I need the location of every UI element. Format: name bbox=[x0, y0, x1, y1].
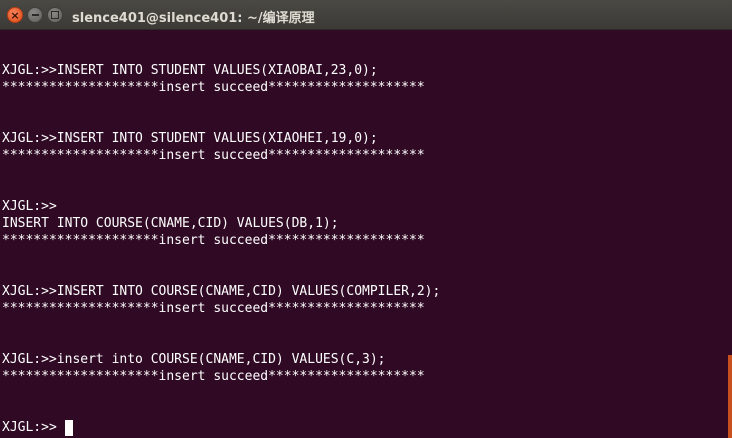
maximize-icon bbox=[51, 11, 59, 19]
close-icon: × bbox=[10, 8, 20, 22]
terminal-window: × slence401@silence401: ~/编译原理 XJGL:>>IN… bbox=[0, 0, 732, 438]
prompt-line: XJGL:>> bbox=[2, 199, 57, 214]
command-line: XJGL:>>INSERT INTO COURSE(CNAME,CID) VAL… bbox=[2, 284, 441, 299]
scrollbar[interactable] bbox=[728, 355, 732, 438]
maximize-window-button[interactable] bbox=[47, 7, 63, 23]
close-window-button[interactable]: × bbox=[7, 7, 23, 23]
command-line: XJGL:>>INSERT INTO STUDENT VALUES(XIAOHE… bbox=[2, 131, 378, 146]
current-prompt[interactable]: XJGL:>> bbox=[2, 419, 57, 436]
text-cursor bbox=[65, 420, 73, 436]
command-line: INSERT INTO COURSE(CNAME,CID) VALUES(DB,… bbox=[2, 216, 339, 231]
minimize-window-button[interactable] bbox=[27, 7, 43, 23]
output-line: ********************insert succeed******… bbox=[2, 80, 425, 95]
output-line: ********************insert succeed******… bbox=[2, 233, 425, 248]
output-line: ********************insert succeed******… bbox=[2, 148, 425, 163]
minimize-icon bbox=[31, 14, 39, 16]
window-title: slence401@silence401: ~/编译原理 bbox=[72, 11, 315, 26]
command-line: XJGL:>>INSERT INTO STUDENT VALUES(XIAOBA… bbox=[2, 63, 378, 78]
output-line: ********************insert succeed******… bbox=[2, 369, 425, 384]
command-line: XJGL:>>insert into COURSE(CNAME,CID) VAL… bbox=[2, 352, 386, 367]
title-bar[interactable]: × slence401@silence401: ~/编译原理 bbox=[0, 0, 732, 30]
output-line: ********************insert succeed******… bbox=[2, 301, 425, 316]
terminal-output[interactable]: XJGL:>>INSERT INTO STUDENT VALUES(XIAOBA… bbox=[0, 30, 732, 438]
